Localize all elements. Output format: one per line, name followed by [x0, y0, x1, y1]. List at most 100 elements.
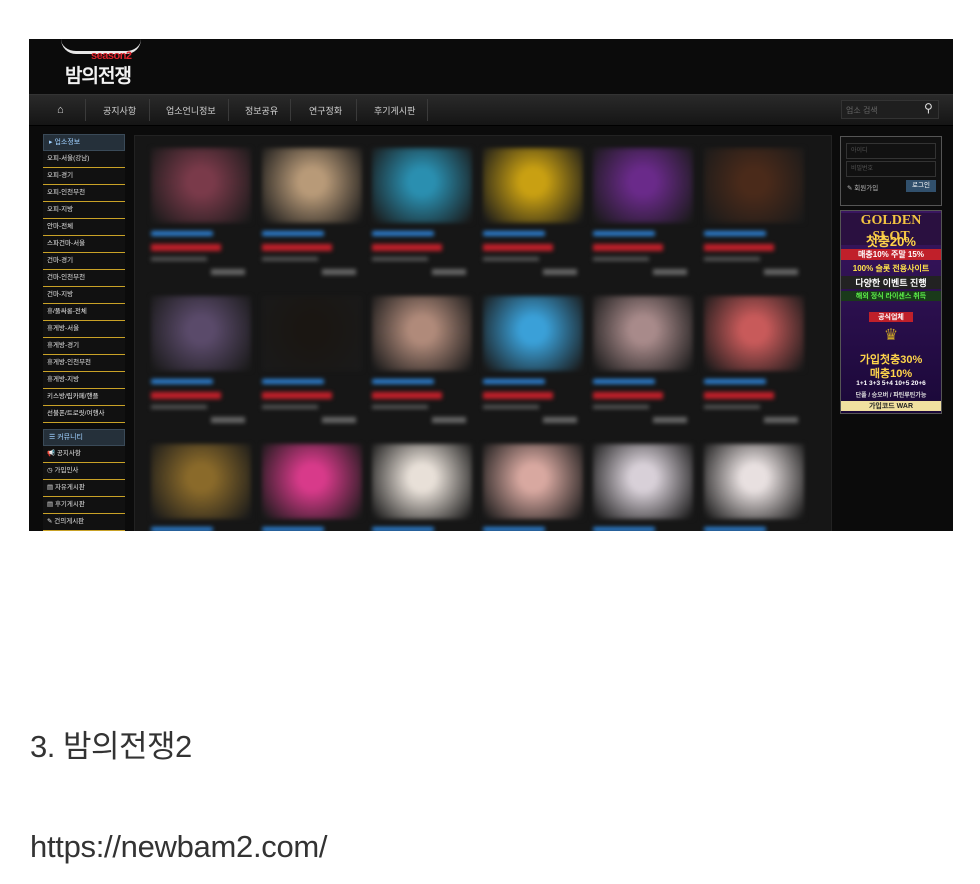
card-text-blurred	[261, 405, 318, 409]
shop-card[interactable]	[482, 444, 585, 531]
shop-card[interactable]	[261, 444, 364, 531]
card-text-blurred	[482, 257, 539, 261]
shop-card[interactable]	[703, 444, 806, 531]
shop-card[interactable]	[482, 296, 585, 436]
shop-thumbnail[interactable]	[151, 148, 251, 223]
sidebar-item[interactable]: ◷ 가입인사	[43, 463, 125, 480]
shop-thumbnail[interactable]	[261, 148, 362, 223]
card-text-blurred	[703, 379, 766, 384]
card-text-blurred	[151, 257, 207, 261]
shop-thumbnail[interactable]	[151, 296, 251, 371]
card-text-blurred	[593, 231, 655, 236]
shop-card[interactable]	[703, 296, 806, 436]
shop-thumbnail[interactable]	[593, 148, 693, 223]
card-text-blurred	[151, 527, 213, 531]
sidebar-item[interactable]: 오피-인천부천	[43, 185, 125, 202]
site-screenshot: season2 밤의전쟁 ⌂ 공지사항 업소언니정보 정보공유 연구정화 후기게…	[29, 39, 953, 531]
card-text-blurred	[593, 379, 655, 384]
shop-thumbnail[interactable]	[372, 296, 472, 371]
shop-card[interactable]	[151, 296, 253, 436]
card-text-blurred	[372, 257, 428, 261]
card-text-blurred	[432, 417, 466, 423]
card-text-blurred	[703, 527, 766, 531]
shop-card[interactable]	[593, 148, 695, 288]
card-text-blurred	[151, 379, 213, 384]
shop-thumbnail[interactable]	[593, 296, 693, 371]
card-text-blurred	[211, 269, 245, 275]
shop-card[interactable]	[261, 148, 364, 288]
shop-thumbnail[interactable]	[151, 444, 251, 519]
nav-item-reviews[interactable]: 후기게시판	[374, 104, 415, 117]
card-text-blurred	[151, 392, 221, 399]
card-text-blurred	[151, 244, 221, 251]
shop-thumbnail[interactable]	[593, 444, 693, 519]
ad-badge: 공식업체	[869, 312, 913, 322]
card-text-blurred	[151, 231, 213, 236]
shop-card[interactable]	[372, 444, 474, 531]
shop-card[interactable]	[151, 444, 253, 531]
golden-slot-banner[interactable]: GOLDEN SLOT 첫충20% 매충10% 주말 15% 100% 슬롯 전…	[840, 210, 942, 414]
nav-divider	[85, 99, 86, 121]
site-url[interactable]: https://newbam2.com/	[30, 829, 328, 865]
sidebar-item[interactable]: ▤ 후기게시판	[43, 497, 125, 514]
shop-card[interactable]	[372, 148, 474, 288]
shop-thumbnail[interactable]	[703, 296, 804, 371]
sidebar-item[interactable]: 스파건마-서울	[43, 236, 125, 253]
sidebar-item[interactable]: 휴/풀싸롱-전체	[43, 304, 125, 321]
shop-card[interactable]	[703, 148, 806, 288]
card-text-blurred	[372, 379, 434, 384]
sidebar-item[interactable]: 📢 공지사항	[43, 446, 125, 463]
sidebar-item[interactable]: 휴게방-경기	[43, 338, 125, 355]
password-field[interactable]: 비밀번호	[846, 161, 936, 177]
site-logo[interactable]: season2 밤의전쟁	[61, 39, 151, 91]
shop-thumbnail[interactable]	[482, 296, 583, 371]
sidebar-item[interactable]: 선불폰/트로릿/여행사	[43, 406, 125, 423]
shop-thumbnail[interactable]	[261, 444, 362, 519]
shop-card[interactable]	[593, 444, 695, 531]
sidebar-item[interactable]: 건마-지방	[43, 287, 125, 304]
search-icon[interactable]: ⚲	[924, 101, 933, 115]
nav-item-research[interactable]: 연구정화	[309, 104, 342, 117]
shop-thumbnail[interactable]	[482, 148, 583, 223]
shop-card[interactable]	[151, 148, 253, 288]
card-text-blurred	[542, 269, 577, 275]
shop-thumbnail[interactable]	[261, 296, 362, 371]
sidebar-item[interactable]: 키스방/립카페/핸플	[43, 389, 125, 406]
shop-card[interactable]	[372, 296, 474, 436]
shop-thumbnail[interactable]	[703, 444, 804, 519]
sidebar-item[interactable]: 오피-서울(강남)	[43, 151, 125, 168]
id-field[interactable]: 아이디	[846, 143, 936, 159]
nav-item-share[interactable]: 정보공유	[245, 104, 278, 117]
sidebar-item[interactable]: 오피-경기	[43, 168, 125, 185]
nav-item-shop-info[interactable]: 업소언니정보	[166, 104, 216, 117]
sidebar-item[interactable]: 휴게방-인천부천	[43, 355, 125, 372]
login-button[interactable]: 로그인	[906, 180, 936, 192]
sidebar-item[interactable]: 휴게방-서울	[43, 321, 125, 338]
ad-line: 해외 정식 라이센스 취득	[841, 291, 941, 301]
sidebar-item[interactable]: 건마-경기	[43, 253, 125, 270]
join-link[interactable]: ✎ 회원가입	[847, 182, 878, 192]
shop-card[interactable]	[482, 148, 585, 288]
shop-card[interactable]	[261, 296, 364, 436]
sidebar-item[interactable]: ✎ 건의게시판	[43, 514, 125, 531]
ad-line: 1+1 3+3 5+4 10+5 20+6	[856, 380, 926, 387]
sidebar-item[interactable]: 오피-지방	[43, 202, 125, 219]
card-text-blurred	[482, 379, 545, 384]
logo-name: 밤의전쟁	[65, 66, 132, 87]
shop-card[interactable]	[593, 296, 695, 436]
card-text-blurred	[763, 417, 798, 423]
nav-item-notice[interactable]: 공지사항	[103, 104, 136, 117]
card-text-blurred	[432, 269, 466, 275]
shop-thumbnail[interactable]	[372, 444, 472, 519]
shop-thumbnail[interactable]	[372, 148, 472, 223]
sidebar-item[interactable]: 휴게방-지방	[43, 372, 125, 389]
sidebar-item[interactable]: 안마-전체	[43, 219, 125, 236]
home-icon[interactable]: ⌂	[57, 104, 64, 116]
card-text-blurred	[703, 392, 774, 399]
card-text-blurred	[482, 405, 539, 409]
card-text-blurred	[372, 527, 434, 531]
shop-thumbnail[interactable]	[482, 444, 583, 519]
shop-thumbnail[interactable]	[703, 148, 804, 223]
sidebar-item[interactable]: 건마-인천부천	[43, 270, 125, 287]
sidebar-item[interactable]: ▤ 자유게시판	[43, 480, 125, 497]
